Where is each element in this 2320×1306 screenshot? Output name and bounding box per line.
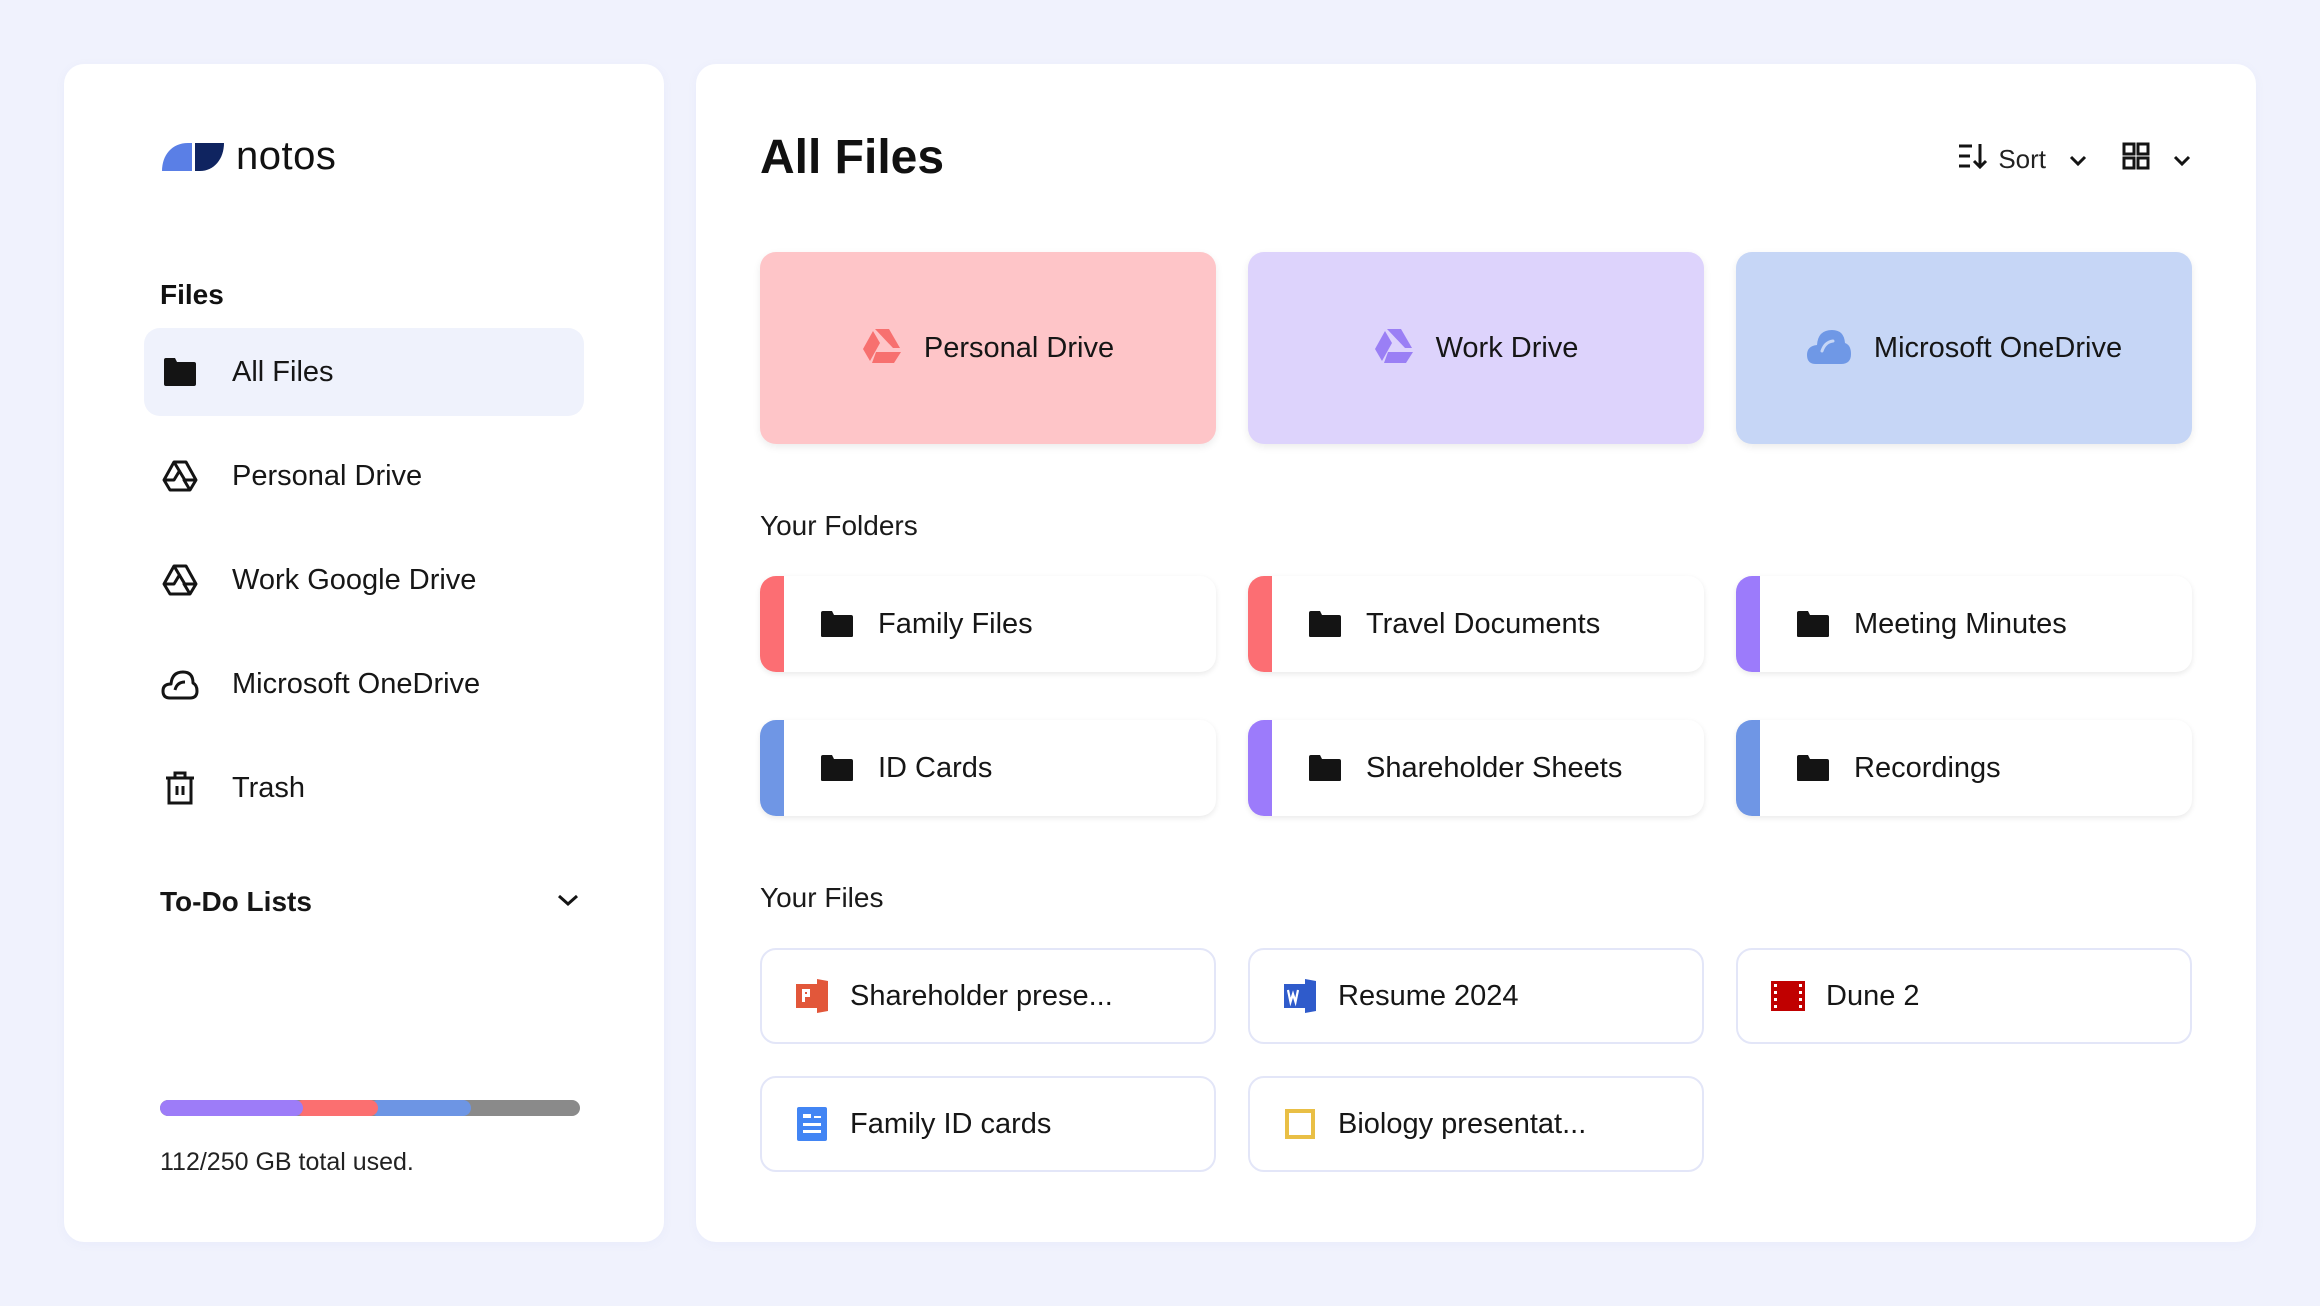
file-card[interactable]: Family ID cards bbox=[760, 1076, 1216, 1172]
folder-icon bbox=[1308, 608, 1344, 640]
folder-accent bbox=[1736, 576, 1760, 672]
google-docs-icon bbox=[794, 1106, 830, 1142]
file-card[interactable]: Dune 2 bbox=[1736, 948, 2192, 1044]
sidebar-item-label: Microsoft OneDrive bbox=[232, 667, 481, 700]
folder-accent bbox=[760, 576, 784, 672]
google-slides-icon bbox=[1282, 1106, 1318, 1142]
drive-card-label: Work Drive bbox=[1435, 331, 1579, 364]
sidebar-item-trash[interactable]: Trash bbox=[144, 744, 584, 832]
word-icon bbox=[1282, 978, 1318, 1014]
folder-card[interactable]: Meeting Minutes bbox=[1736, 576, 2192, 672]
folder-card[interactable]: Travel Documents bbox=[1248, 576, 1704, 672]
your-folders-heading: Your Folders bbox=[760, 510, 918, 541]
sort-label: Sort bbox=[1998, 144, 2046, 174]
drive-card-microsoft-onedrive[interactable]: Microsoft OneDrive bbox=[1736, 252, 2192, 444]
film-icon bbox=[1770, 978, 1806, 1014]
folder-name: ID Cards bbox=[878, 751, 993, 784]
folder-card[interactable]: Recordings bbox=[1736, 720, 2192, 816]
file-card[interactable]: Resume 2024 bbox=[1248, 948, 1704, 1044]
sidebar-item-label: Trash bbox=[232, 771, 306, 804]
cloud-icon bbox=[1806, 327, 1852, 370]
folder-name: Family Files bbox=[878, 607, 1033, 640]
folder-name: Recordings bbox=[1854, 751, 2001, 784]
folder-card[interactable]: Shareholder Sheets bbox=[1248, 720, 1704, 816]
folder-accent bbox=[1248, 720, 1272, 816]
google-drive-icon bbox=[160, 560, 200, 600]
folder-name: Meeting Minutes bbox=[1854, 607, 2067, 640]
folder-accent bbox=[1736, 720, 1760, 816]
sidebar-item-microsoft-onedrive[interactable]: Microsoft OneDrive bbox=[144, 640, 584, 728]
folder-accent bbox=[760, 720, 784, 816]
view-mode-button[interactable] bbox=[2122, 142, 2192, 177]
google-drive-icon bbox=[862, 328, 902, 369]
file-card[interactable]: Shareholder prese... bbox=[760, 948, 1216, 1044]
sidebar-item-label: All Files bbox=[232, 355, 334, 388]
google-drive-icon bbox=[160, 456, 200, 496]
sort-button[interactable]: Sort bbox=[1958, 142, 2088, 177]
files-heading: Files bbox=[160, 279, 224, 310]
page-title: All Files bbox=[760, 131, 945, 184]
sidebar: notos Files All Files Personal Drive Wor… bbox=[64, 64, 664, 1242]
todo-lists-heading: To-Do Lists bbox=[160, 886, 312, 917]
folder-card[interactable]: ID Cards bbox=[760, 720, 1216, 816]
file-name: Shareholder prese... bbox=[850, 979, 1113, 1012]
folder-accent bbox=[1248, 576, 1272, 672]
folder-icon bbox=[160, 352, 200, 392]
drive-card-work-drive[interactable]: Work Drive bbox=[1248, 252, 1704, 444]
sidebar-item-all-files[interactable]: All Files bbox=[144, 328, 584, 416]
sidebar-item-personal-drive[interactable]: Personal Drive bbox=[144, 432, 584, 520]
file-name: Family ID cards bbox=[850, 1107, 1052, 1140]
file-name: Resume 2024 bbox=[1338, 979, 1519, 1012]
sidebar-item-work-google-drive[interactable]: Work Google Drive bbox=[144, 536, 584, 624]
sidebar-item-label: Work Google Drive bbox=[232, 563, 477, 596]
sort-descending-icon bbox=[1958, 142, 1988, 177]
drive-card-label: Personal Drive bbox=[923, 331, 1115, 364]
app-logo[interactable]: notos bbox=[160, 134, 336, 179]
drive-card-personal-drive[interactable]: Personal Drive bbox=[760, 252, 1216, 444]
sidebar-item-label: Personal Drive bbox=[232, 459, 423, 492]
todo-lists-toggle[interactable]: To-Do Lists bbox=[160, 878, 580, 926]
file-card[interactable]: Biology presentat... bbox=[1248, 1076, 1704, 1172]
chevron-down-icon bbox=[2068, 144, 2088, 175]
folder-name: Travel Documents bbox=[1366, 607, 1601, 640]
trash-icon bbox=[160, 768, 200, 808]
folder-icon bbox=[820, 608, 856, 640]
main-content: All Files Sort Personal Drive Work Drive… bbox=[696, 64, 2256, 1242]
drive-card-label: Microsoft OneDrive bbox=[1873, 331, 2123, 364]
file-name: Dune 2 bbox=[1826, 979, 1920, 1012]
folder-card[interactable]: Family Files bbox=[760, 576, 1216, 672]
storage-usage-bar bbox=[160, 1100, 580, 1116]
chevron-down-icon bbox=[2172, 144, 2192, 175]
app-name: notos bbox=[236, 134, 337, 178]
chevron-down-icon bbox=[556, 892, 580, 913]
grid-view-icon bbox=[2122, 142, 2150, 177]
cloud-icon bbox=[160, 664, 200, 704]
google-drive-icon bbox=[1374, 328, 1414, 369]
storage-segment-personal-drive bbox=[294, 1100, 379, 1116]
storage-segment-work-drive bbox=[160, 1100, 303, 1116]
storage-segment-microsoft-onedrive bbox=[370, 1100, 471, 1116]
toolbar: Sort bbox=[1958, 142, 2192, 177]
folder-icon bbox=[1796, 608, 1832, 640]
folder-icon bbox=[1796, 752, 1832, 784]
folder-icon bbox=[820, 752, 856, 784]
folder-name: Shareholder Sheets bbox=[1366, 751, 1623, 784]
powerpoint-icon bbox=[794, 978, 830, 1014]
file-name: Biology presentat... bbox=[1338, 1107, 1587, 1140]
folder-icon bbox=[1308, 752, 1344, 784]
storage-usage-text: 112/250 GB total used. bbox=[160, 1148, 414, 1176]
notos-logo-icon bbox=[162, 142, 224, 171]
your-files-heading: Your Files bbox=[760, 882, 884, 913]
